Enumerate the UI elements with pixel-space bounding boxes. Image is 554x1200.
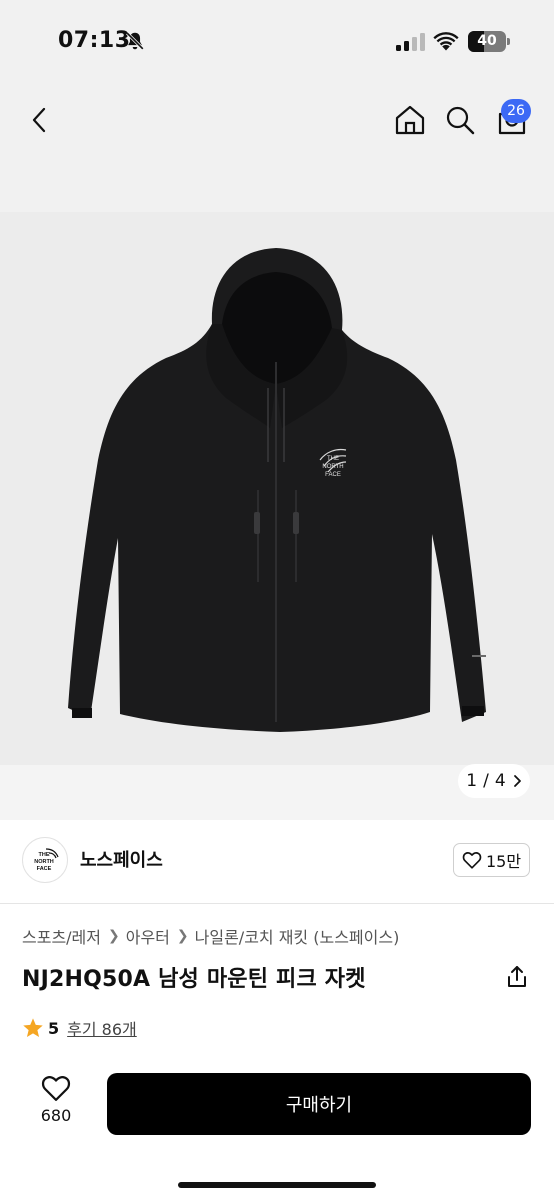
signal-icon bbox=[396, 33, 425, 51]
chevron-right-icon: ❯ bbox=[176, 928, 189, 944]
product-image[interactable]: THE NORTH FACE bbox=[0, 212, 554, 820]
home-button[interactable] bbox=[388, 98, 432, 142]
rating-row: 5 후기 86개 bbox=[22, 1016, 137, 1040]
brand-row: THE NORTH FACE 노스페이스 15만 bbox=[0, 820, 554, 904]
share-button[interactable] bbox=[502, 962, 532, 992]
battery-level: 40 bbox=[477, 33, 497, 49]
breadcrumb-item-outer[interactable]: 아우터 bbox=[126, 924, 170, 948]
search-button[interactable] bbox=[438, 98, 482, 142]
home-icon bbox=[395, 105, 425, 135]
brand-logo[interactable]: THE NORTH FACE bbox=[22, 837, 68, 883]
chest-logo-line-3: FACE bbox=[325, 472, 341, 478]
star-icon bbox=[23, 1018, 43, 1037]
bottom-action-bar: 680 구매하기 bbox=[0, 1060, 554, 1200]
product-title: NJ2HQ50A 남성 마운틴 피크 자켓 bbox=[22, 967, 366, 992]
wifi-icon bbox=[433, 32, 459, 51]
chevron-right-icon bbox=[513, 775, 521, 787]
wishlist-count: 680 bbox=[40, 1106, 72, 1125]
image-counter-current: 1 bbox=[466, 771, 478, 791]
cart-badge: 26 bbox=[501, 99, 531, 123]
buy-button[interactable]: 구매하기 bbox=[107, 1073, 531, 1135]
chevron-right-icon: ❯ bbox=[108, 928, 120, 944]
breadcrumb-item-nylon-jacket[interactable]: 나일론/코치 재킷 (노스페이스) bbox=[195, 924, 400, 948]
brand-logo-line-1: THE bbox=[39, 852, 50, 858]
search-icon bbox=[446, 106, 475, 135]
chevron-left-icon bbox=[32, 107, 46, 133]
brand-logo-line-2: NORTH bbox=[34, 859, 54, 865]
jacket-image: THE NORTH FACE bbox=[0, 212, 554, 820]
review-count-link[interactable]: 후기 86개 bbox=[67, 1016, 137, 1040]
battery-icon: 40 bbox=[468, 31, 510, 52]
image-counter-total: 4 bbox=[494, 771, 506, 791]
nav-bar bbox=[0, 84, 554, 212]
heart-icon bbox=[41, 1076, 71, 1101]
status-time: 07:13 bbox=[58, 28, 131, 53]
wishlist-button[interactable]: 680 bbox=[30, 1074, 82, 1138]
breadcrumb-item-sports[interactable]: 스포츠/레저 bbox=[22, 924, 101, 948]
image-counter[interactable]: 1 / 4 bbox=[458, 764, 530, 798]
bell-off-icon bbox=[126, 32, 144, 50]
home-indicator bbox=[178, 1182, 376, 1188]
brand-like-count: 15만 bbox=[485, 852, 522, 871]
brand-logo-line-3: FACE bbox=[37, 866, 52, 872]
brand-like-button[interactable]: 15만 bbox=[453, 843, 530, 877]
back-button[interactable] bbox=[18, 98, 62, 142]
share-icon bbox=[508, 966, 526, 987]
chest-logo-line-2: NORTH bbox=[322, 464, 343, 470]
image-counter-separator: / bbox=[483, 771, 489, 791]
chest-logo-line-1: THE bbox=[327, 456, 339, 462]
status-bar: 07:13 40 bbox=[0, 0, 554, 84]
heart-icon bbox=[462, 852, 482, 869]
brand-name[interactable]: 노스페이스 bbox=[80, 846, 163, 872]
breadcrumb: 스포츠/레저 ❯ 아우터 ❯ 나일론/코치 재킷 (노스페이스) bbox=[22, 924, 399, 948]
rating-score: 5 bbox=[48, 1018, 60, 1038]
